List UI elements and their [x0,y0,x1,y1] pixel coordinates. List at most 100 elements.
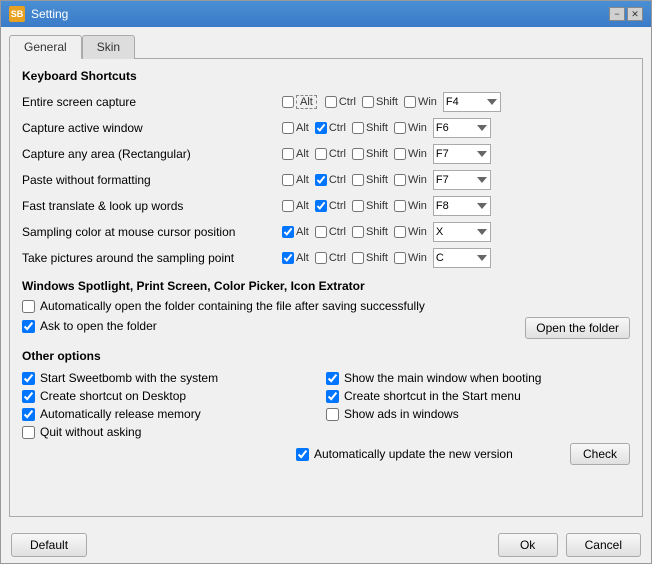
window-title: Setting [31,7,68,21]
win-checkbox-2[interactable] [394,122,406,134]
alt-checkbox-5[interactable] [282,200,294,212]
shift-checkbox-3[interactable] [352,148,364,160]
ctrl-label-3: Ctrl [329,148,346,160]
last-row: Automatically update the new version Che… [22,443,630,465]
shift-checkbox-6[interactable] [352,226,364,238]
auto-open-label: Automatically open the folder containing… [40,299,425,313]
win-label-7: Win [408,252,427,264]
win-checkbox-4[interactable] [394,174,406,186]
ctrl-mod-5: Ctrl [315,200,346,212]
minimize-button[interactable]: − [609,7,625,21]
quit-asking-checkbox[interactable] [22,426,35,439]
tab-bar: General Skin [9,35,643,59]
win-label-2: Win [408,122,427,134]
shift-mod-2: Shift [352,122,388,134]
start-menu-shortcut-checkbox[interactable] [326,390,339,403]
auto-update-label: Automatically update the new version [314,447,513,461]
alt-checkbox-4[interactable] [282,174,294,186]
key-select-5[interactable]: F8F1 [433,196,491,216]
close-button[interactable]: ✕ [627,7,643,21]
alt-checkbox-7[interactable] [282,252,294,264]
default-button[interactable]: Default [11,533,87,557]
ctrl-checkbox-3[interactable] [315,148,327,160]
keyboard-shortcuts-section: Keyboard Shortcuts Entire screen capture… [22,69,630,269]
shift-checkbox-5[interactable] [352,200,364,212]
alt-checkbox-2[interactable] [282,122,294,134]
key-select-1[interactable]: F4F1F2F3F5 [443,92,501,112]
modifier-group-4: Alt Ctrl Shift Win [282,170,630,190]
show-ads-label: Show ads in windows [344,407,459,421]
shortcut-row-1: Entire screen capture Alt Ctrl Shift [22,91,630,113]
shift-mod-5: Shift [352,200,388,212]
other-options-col1: Start Sweetbomb with the system Create s… [22,371,326,439]
win-checkbox-6[interactable] [394,226,406,238]
key-select-7[interactable]: CD [433,248,491,268]
key-select-2[interactable]: F6F1 [433,118,491,138]
alt-checkbox-1[interactable] [282,96,294,108]
tab-skin[interactable]: Skin [82,35,135,59]
title-bar: SB Setting − ✕ [1,1,651,27]
alt-label-7: Alt [296,252,309,264]
check-button[interactable]: Check [570,443,630,465]
alt-mod-3: Alt [282,148,309,160]
shortcut-label-4: Paste without formatting [22,173,282,187]
keyboard-shortcuts-title: Keyboard Shortcuts [22,69,630,83]
key-select-6[interactable]: XY [433,222,491,242]
shift-label-7: Shift [366,252,388,264]
auto-update-checkbox[interactable] [296,448,309,461]
release-memory-checkbox[interactable] [22,408,35,421]
key-select-4[interactable]: F7F1 [433,170,491,190]
shortcut-row-7: Take pictures around the sampling point … [22,247,630,269]
ctrl-checkbox-6[interactable] [315,226,327,238]
shift-checkbox-1[interactable] [362,96,374,108]
cancel-button[interactable]: Cancel [566,533,641,557]
alt-label-5: Alt [296,200,309,212]
ctrl-mod-7: Ctrl [315,252,346,264]
win-checkbox-7[interactable] [394,252,406,264]
shortcut-label-1: Entire screen capture [22,95,282,109]
win-checkbox-1[interactable] [404,96,416,108]
shift-checkbox-7[interactable] [352,252,364,264]
modifier-group-2: Alt Ctrl Shift Win [282,118,630,138]
ask-open-checkbox[interactable] [22,320,35,333]
auto-open-checkbox[interactable] [22,300,35,313]
other-row-4: Quit without asking [22,425,326,439]
ctrl-checkbox-1[interactable] [325,96,337,108]
ask-open-row: Ask to open the folder [22,319,157,333]
shift-label-4: Shift [366,174,388,186]
ctrl-checkbox-2[interactable] [315,122,327,134]
shortcut-row-6: Sampling color at mouse cursor position … [22,221,630,243]
shortcut-label-5: Fast translate & look up words [22,199,282,213]
shift-mod-3: Shift [352,148,388,160]
show-ads-checkbox[interactable] [326,408,339,421]
win-mod-3: Win [394,148,427,160]
main-window-booting-checkbox[interactable] [326,372,339,385]
other-row-1: Start Sweetbomb with the system [22,371,326,385]
alt-checkbox-3[interactable] [282,148,294,160]
ctrl-checkbox-5[interactable] [315,200,327,212]
spotlight-bottom-row: Ask to open the folder Open the folder [22,317,630,339]
release-memory-label: Automatically release memory [40,407,201,421]
start-system-checkbox[interactable] [22,372,35,385]
key-select-3[interactable]: F7F1 [433,144,491,164]
shift-checkbox-2[interactable] [352,122,364,134]
open-folder-button[interactable]: Open the folder [525,317,630,339]
other-options-section: Other options Start Sweetbomb with the s… [22,349,630,465]
ctrl-checkbox-7[interactable] [315,252,327,264]
app-icon: SB [9,6,25,22]
shift-label-6: Shift [366,226,388,238]
ok-button[interactable]: Ok [498,533,558,557]
main-window-booting-label: Show the main window when booting [344,371,541,385]
tab-general[interactable]: General [9,35,82,59]
desktop-shortcut-checkbox[interactable] [22,390,35,403]
title-buttons: − ✕ [609,7,643,21]
shift-mod-7: Shift [352,252,388,264]
window-content: General Skin Keyboard Shortcuts Entire s… [1,27,651,525]
shift-checkbox-4[interactable] [352,174,364,186]
alt-checkbox-6[interactable] [282,226,294,238]
win-checkbox-3[interactable] [394,148,406,160]
shortcut-row-3: Capture any area (Rectangular) Alt Ctrl [22,143,630,165]
ctrl-checkbox-4[interactable] [315,174,327,186]
win-checkbox-5[interactable] [394,200,406,212]
ctrl-label-2: Ctrl [329,122,346,134]
